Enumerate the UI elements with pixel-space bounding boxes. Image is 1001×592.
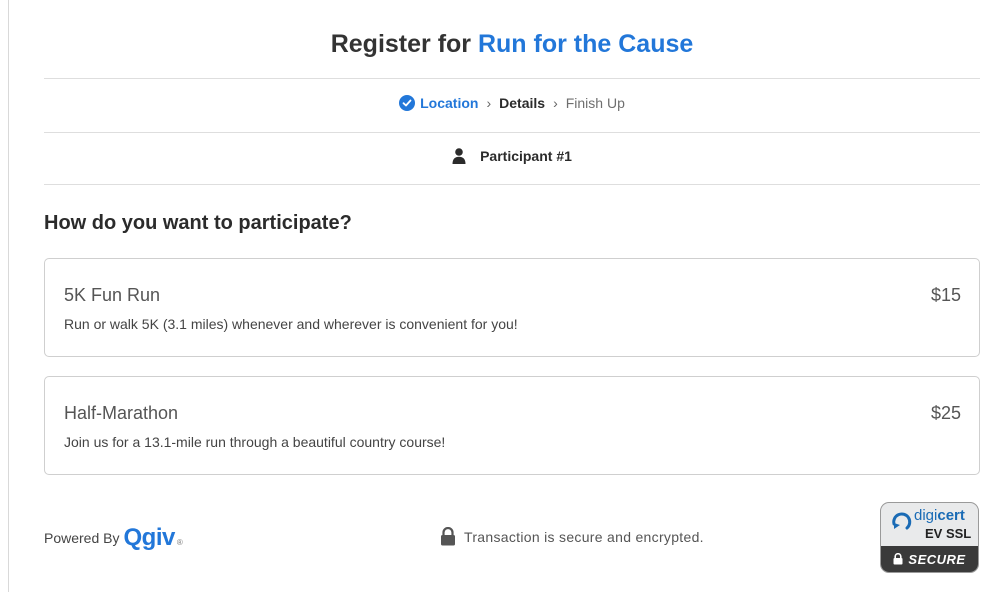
option-name: Half-Marathon [64, 403, 179, 423]
section-heading: How do you want to participate? [44, 212, 352, 234]
digicert-wordmark-light: digi [914, 507, 938, 524]
user-icon [452, 148, 466, 164]
powered-by: Powered By Qgiv ® [44, 524, 183, 552]
divider [44, 132, 980, 133]
qgiv-logo[interactable]: Qgiv ® [123, 524, 182, 552]
option-name: 5K Fun Run [64, 285, 161, 305]
lock-icon [441, 527, 455, 546]
divider [44, 184, 980, 185]
qgiv-wordmark: Qgiv [123, 524, 175, 551]
powered-by-label: Powered By [44, 530, 120, 546]
digicert-swirl-icon [892, 512, 912, 530]
step-location[interactable]: Location [399, 95, 478, 111]
chevron-right-icon: › [486, 95, 492, 111]
option-description: Join us for a 13.1-mile run through a be… [64, 434, 446, 450]
option-5k-fun-run[interactable]: 5K Fun Run $15 Run or walk 5K (3.1 miles… [44, 258, 980, 357]
registered-mark: ® [176, 538, 183, 547]
option-price: $25 [930, 403, 961, 423]
participant-header: Participant #1 [44, 148, 980, 164]
secure-text: Transaction is secure and encrypted. [464, 528, 704, 545]
event-name: Run for the Cause [477, 30, 694, 58]
digicert-ev-ssl-badge[interactable]: digicert EV SSL SECURE [880, 502, 979, 573]
page-title: Register for Run for the Cause [44, 30, 980, 59]
participant-label: Participant #1 [480, 148, 572, 164]
step-finish-up: Finish Up [565, 95, 625, 111]
option-description: Run or walk 5K (3.1 miles) whenever and … [64, 316, 518, 332]
digicert-wordmark: digicert [914, 507, 965, 524]
secure-notice: Transaction is secure and encrypted. [440, 527, 704, 546]
step-details: Details [499, 95, 546, 111]
cert-type: EV SSL [925, 526, 972, 541]
option-half-marathon[interactable]: Half-Marathon $25 Join us for a 13.1-mil… [44, 376, 980, 475]
digicert-badge-top: digicert EV SSL [881, 503, 978, 546]
lock-icon [893, 553, 903, 565]
step-location-label: Location [420, 95, 479, 111]
digicert-badge-bottom: SECURE [881, 546, 978, 572]
breadcrumb-steps: Location › Details › Finish Up [44, 95, 980, 111]
title-prefix: Register for [330, 30, 472, 58]
option-price: $15 [930, 285, 961, 305]
chevron-right-icon: › [553, 95, 558, 111]
divider [44, 78, 980, 79]
check-circle-icon [399, 95, 416, 111]
secure-status: SECURE [908, 551, 966, 567]
digicert-wordmark-bold: cert [937, 507, 965, 524]
